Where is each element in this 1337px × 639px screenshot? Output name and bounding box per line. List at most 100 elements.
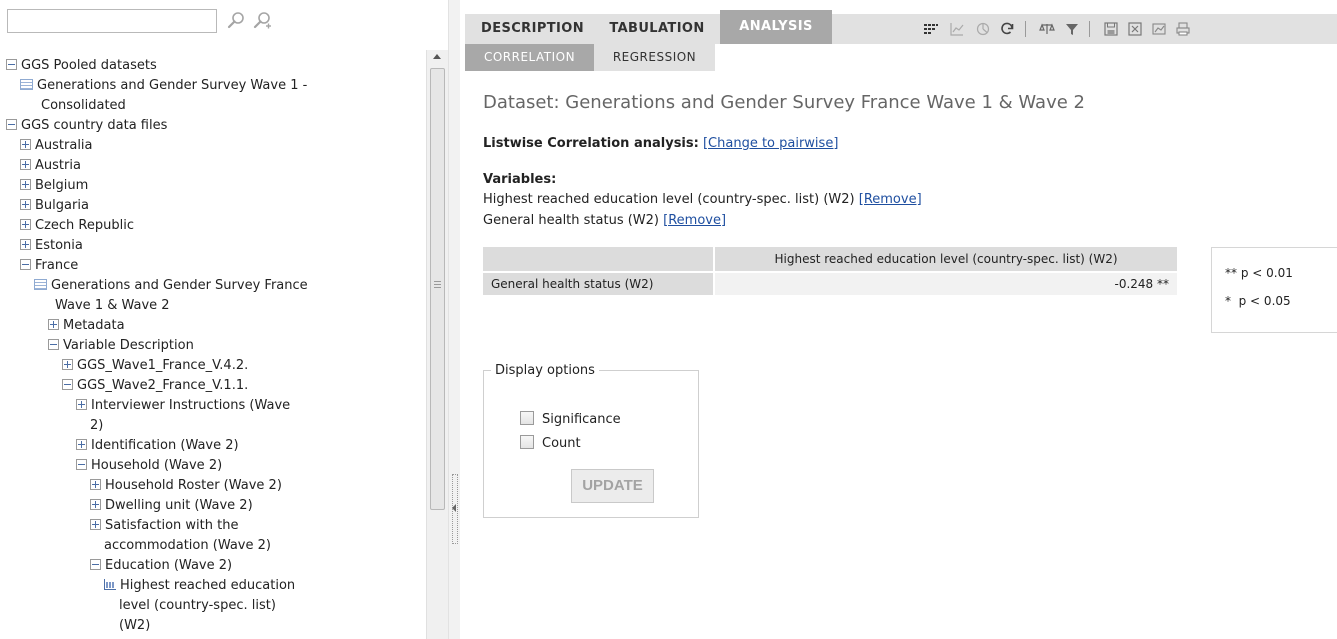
significance-option[interactable]: Significance — [520, 411, 621, 427]
significance-label: Significance — [542, 412, 621, 427]
expand-icon[interactable] — [48, 319, 59, 330]
remove-variable-link[interactable]: [Remove] — [663, 213, 726, 228]
expand-icon[interactable] — [20, 159, 31, 170]
tree-item[interactable]: GGS_Wave2_France_V.1.1. — [62, 376, 248, 396]
tree-item-label: Household (Wave 2) — [91, 458, 223, 473]
tree-item[interactable]: Estonia — [20, 236, 83, 256]
navigation-pane: GGS Pooled datasets Generations and Gende… — [0, 0, 448, 639]
tree-item[interactable]: Household Roster (Wave 2) — [90, 476, 282, 496]
expand-icon[interactable] — [76, 399, 87, 410]
filter-icon[interactable] — [1064, 21, 1080, 37]
scroll-up-arrow-icon[interactable] — [433, 54, 441, 59]
collapse-icon[interactable] — [6, 119, 17, 130]
significance-legend: ** p < 0.01 * p < 0.05 — [1211, 247, 1337, 333]
tree-item[interactable]: Satisfaction with the — [90, 516, 238, 536]
tree-item-label: 2) — [90, 418, 104, 433]
tree-item[interactable]: Variable Description — [48, 336, 194, 356]
table-row: General health status (W2) -0.248 ** — [483, 271, 1177, 295]
collapse-icon[interactable] — [6, 59, 17, 70]
tree-item[interactable]: Austria — [20, 156, 81, 176]
collapse-icon[interactable] — [76, 459, 87, 470]
collapse-icon[interactable] — [48, 339, 59, 350]
expand-icon[interactable] — [20, 219, 31, 230]
chart-icon[interactable] — [949, 21, 965, 37]
tree-item[interactable]: Bulgaria — [20, 196, 89, 216]
print-icon[interactable] — [1175, 21, 1191, 37]
tree-item[interactable]: Generations and Gender Survey Wave 1 - — [20, 76, 307, 96]
tab-description[interactable]: DESCRIPTION — [471, 14, 594, 44]
tree-item-label: Consolidated — [41, 98, 126, 113]
analysis-content: Dataset: Generations and Gender Survey F… — [483, 92, 1337, 518]
expand-icon[interactable] — [20, 139, 31, 150]
tree-item: accommodation (Wave 2) — [104, 536, 271, 556]
tree-item[interactable]: GGS Pooled datasets — [6, 56, 157, 76]
search-icon[interactable] — [226, 9, 248, 33]
count-option[interactable]: Count — [520, 435, 581, 451]
tree-item-label: Estonia — [35, 238, 83, 253]
tab-analysis[interactable]: ANALYSIS — [720, 10, 832, 44]
grid-icon[interactable] — [923, 21, 939, 37]
scroll-thumb[interactable] — [430, 68, 445, 510]
tree-item[interactable]: Generations and Gender Survey France — [34, 276, 308, 296]
export-icon[interactable] — [1127, 21, 1143, 37]
tree-item[interactable]: Australia — [20, 136, 93, 156]
collapse-icon[interactable] — [90, 559, 101, 570]
tree-item[interactable]: Household (Wave 2) — [76, 456, 222, 476]
collapse-icon[interactable] — [62, 379, 73, 390]
tree-item[interactable]: Belgium — [20, 176, 88, 196]
expand-icon[interactable] — [62, 359, 73, 370]
graph-export-icon[interactable] — [1151, 21, 1167, 37]
scales-icon[interactable] — [1039, 21, 1055, 37]
expand-icon[interactable] — [90, 519, 101, 530]
significance-checkbox[interactable] — [520, 411, 534, 425]
collapse-icon[interactable] — [20, 259, 31, 270]
tab-tabulation[interactable]: TABULATION — [594, 14, 720, 44]
tree-item[interactable]: France — [20, 256, 78, 276]
dataset-table-icon — [34, 279, 47, 290]
expand-icon[interactable] — [20, 199, 31, 210]
tree-item-label: Austria — [35, 158, 81, 173]
expand-icon[interactable] — [20, 239, 31, 250]
refresh-icon[interactable] — [999, 21, 1015, 37]
variable-line: Highest reached education level (country… — [483, 192, 922, 207]
tree-item[interactable]: Identification (Wave 2) — [76, 436, 239, 456]
tree-item-label: Interviewer Instructions (Wave — [91, 398, 291, 413]
legend-row: * p < 0.05 — [1225, 294, 1291, 308]
tree-scrollbar[interactable] — [426, 50, 448, 639]
legend-row: ** p < 0.01 — [1225, 266, 1293, 280]
tree-item[interactable]: Highest reached education — [104, 576, 295, 596]
advanced-search-icon[interactable] — [252, 9, 274, 33]
toolbar — [923, 14, 1337, 44]
tree-item-label: Education (Wave 2) — [105, 558, 233, 573]
column-header: Highest reached education level (country… — [715, 247, 1177, 271]
tree-item-label: Household Roster (Wave 2) — [105, 478, 282, 493]
change-to-pairwise-link[interactable]: [Change to pairwise] — [703, 136, 838, 151]
expand-icon[interactable] — [76, 439, 87, 450]
tree-item[interactable]: Metadata — [48, 316, 125, 336]
search-input[interactable] — [7, 9, 217, 33]
remove-variable-link[interactable]: [Remove] — [859, 192, 922, 207]
expand-icon[interactable] — [20, 179, 31, 190]
collapse-left-arrow-icon[interactable] — [452, 504, 456, 512]
tree-item-label: Dwelling unit (Wave 2) — [105, 498, 253, 513]
pie-icon[interactable] — [975, 21, 991, 37]
tree-item-label: (W2) — [119, 618, 151, 633]
save-icon[interactable] — [1103, 21, 1119, 37]
variable-label: Highest reached education level (country… — [483, 192, 855, 207]
subtab-regression[interactable]: REGRESSION — [594, 44, 715, 71]
tree-item[interactable]: GGS_Wave1_France_V.4.2. — [62, 356, 248, 376]
tree-item[interactable]: Dwelling unit (Wave 2) — [90, 496, 253, 516]
expand-icon[interactable] — [90, 479, 101, 490]
update-button[interactable]: UPDATE — [571, 469, 654, 503]
subtab-correlation[interactable]: CORRELATION — [465, 44, 594, 71]
tree-item-label: Czech Republic — [35, 218, 134, 233]
count-checkbox[interactable] — [520, 435, 534, 449]
expand-icon[interactable] — [90, 499, 101, 510]
pane-splitter[interactable] — [448, 0, 460, 639]
tree-item[interactable]: Czech Republic — [20, 216, 134, 236]
tree-item[interactable]: GGS country data files — [6, 116, 167, 136]
row-header: General health status (W2) — [483, 271, 715, 295]
tree-item[interactable]: Education (Wave 2) — [90, 556, 232, 576]
tree-item-label: Satisfaction with the — [105, 518, 239, 533]
tree-item[interactable]: Interviewer Instructions (Wave — [76, 396, 290, 416]
